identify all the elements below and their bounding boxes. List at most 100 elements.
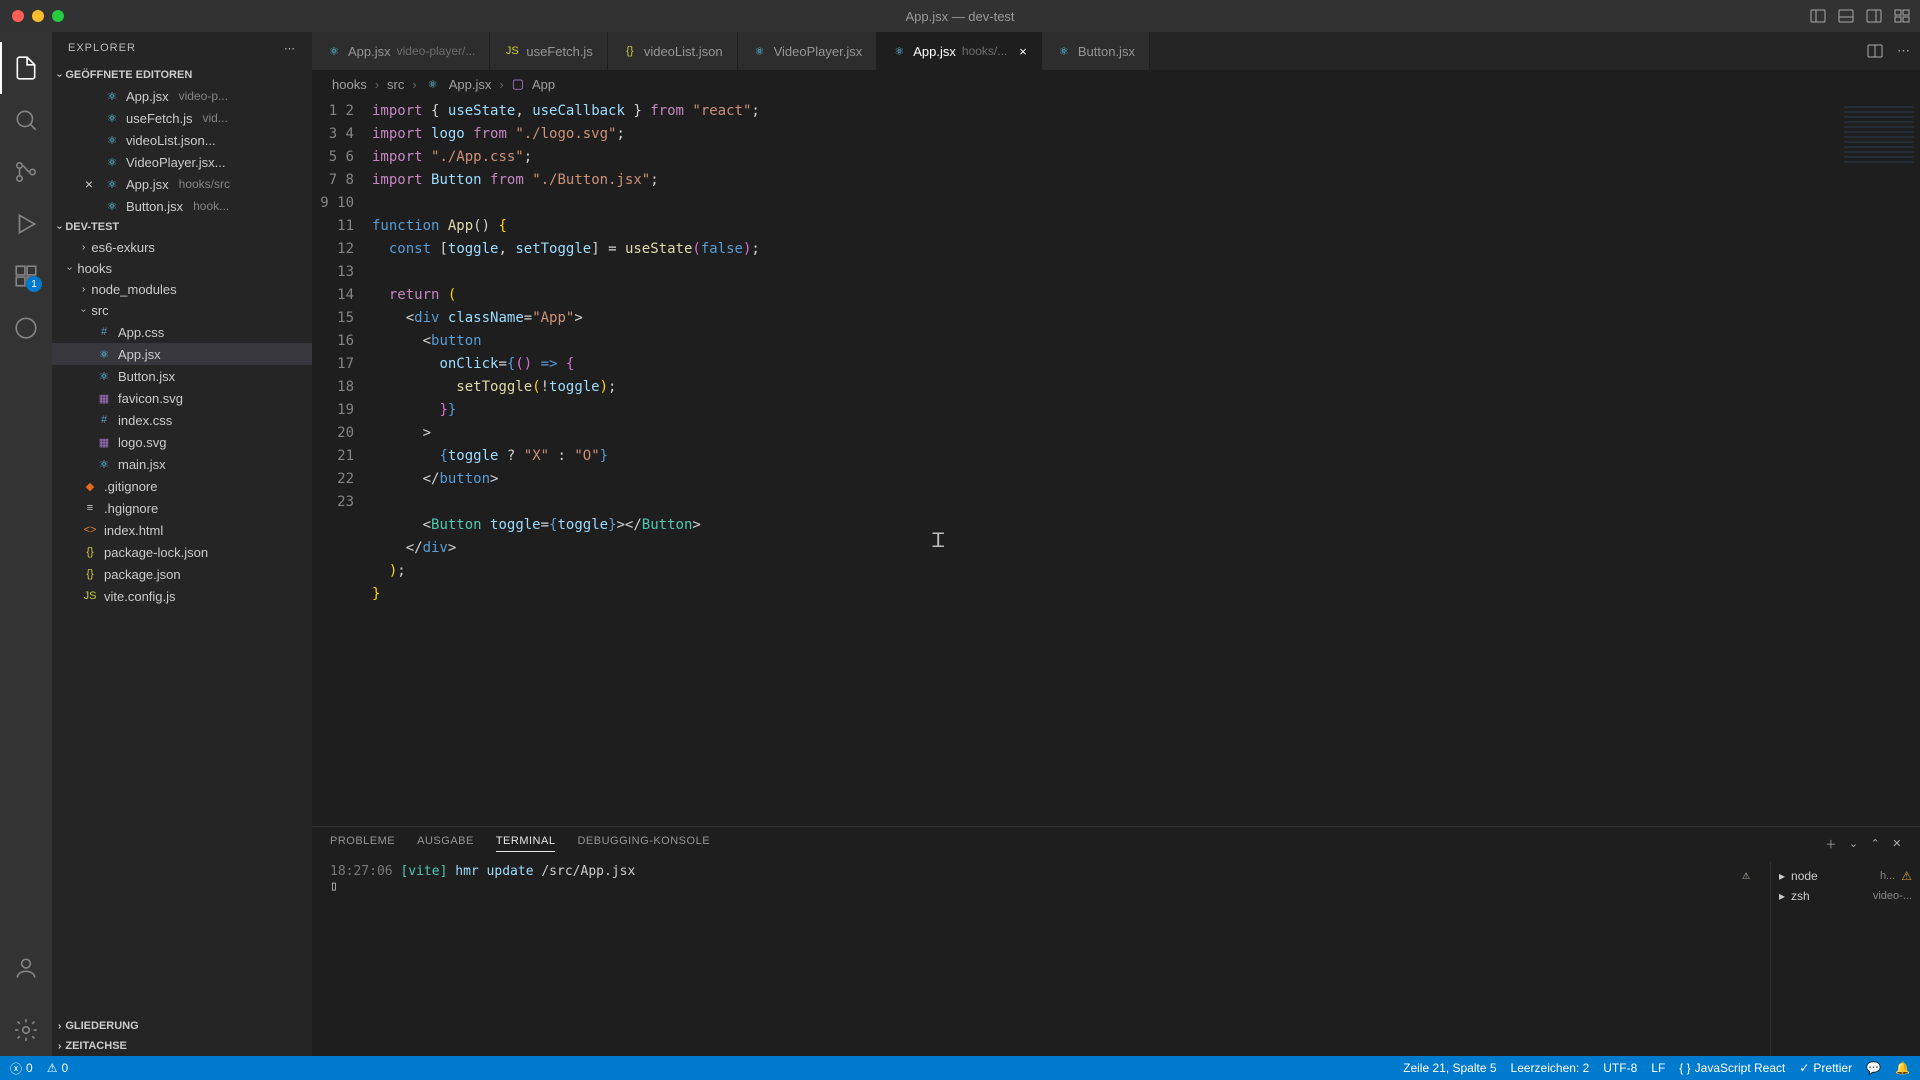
breadcrumb-item[interactable]: hooks bbox=[332, 77, 367, 92]
minimap[interactable] bbox=[1830, 98, 1920, 826]
file-item[interactable]: ▦favicon.svg bbox=[52, 387, 312, 409]
activity-scm[interactable] bbox=[0, 146, 52, 198]
layout-panel-icon[interactable] bbox=[1838, 8, 1854, 24]
layout-customize-icon[interactable] bbox=[1894, 8, 1910, 24]
editor-area: ⚛App.jsxvideo-player/...JSuseFetch.js{}v… bbox=[312, 32, 1920, 1056]
file-icon: {} bbox=[82, 544, 98, 560]
section-timeline[interactable]: › ZEITACHSE bbox=[52, 1036, 312, 1056]
open-editor-item[interactable]: ⚛VideoPlayer.jsx... bbox=[52, 151, 312, 173]
activity-debug[interactable] bbox=[0, 198, 52, 250]
editor-body[interactable]: 1 2 3 4 5 6 7 8 9 10 11 12 13 14 15 16 1… bbox=[312, 98, 1920, 826]
file-item[interactable]: {}package-lock.json bbox=[52, 541, 312, 563]
folder-name: src bbox=[91, 303, 108, 318]
breadcrumb-item[interactable]: App bbox=[532, 77, 555, 92]
new-terminal-icon[interactable]: ＋ bbox=[1825, 836, 1837, 852]
panel-tab-ausgabe[interactable]: AUSGABE bbox=[417, 835, 474, 852]
terminal-dropdown-icon[interactable]: ⌄ bbox=[1849, 837, 1859, 850]
file-name: App.jsx bbox=[126, 89, 169, 104]
section-open-editors[interactable]: › GEÖFFNETE EDITOREN bbox=[52, 65, 312, 85]
window-maximize-button[interactable] bbox=[52, 10, 64, 22]
editor-tab[interactable]: ⚛VideoPlayer.jsx bbox=[738, 32, 878, 70]
file-item[interactable]: JSvite.config.js bbox=[52, 585, 312, 607]
terminal-meta: video-... bbox=[1873, 890, 1912, 902]
titlebar: App.jsx — dev-test bbox=[0, 0, 1920, 32]
status-warnings[interactable]: ⚠ 0 bbox=[47, 1061, 68, 1075]
file-item[interactable]: #App.css bbox=[52, 321, 312, 343]
activity-search[interactable] bbox=[0, 94, 52, 146]
code-content[interactable]: import { useState, useCallback } from "r… bbox=[372, 98, 1830, 826]
breadcrumb-item[interactable]: App.jsx bbox=[449, 77, 492, 92]
terminal-output[interactable]: 18:27:06 [vite] hmr update /src/App.jsx … bbox=[312, 862, 1770, 1056]
panel-tab-terminal[interactable]: TERMINAL bbox=[496, 835, 556, 852]
chevron-right-icon: › bbox=[412, 77, 416, 92]
file-icon: {} bbox=[622, 43, 638, 59]
activity-edge[interactable] bbox=[0, 302, 52, 354]
panel-tab-probleme[interactable]: PROBLEME bbox=[330, 835, 395, 852]
status-eol[interactable]: LF bbox=[1651, 1061, 1665, 1075]
chevron-right-icon: › bbox=[499, 77, 503, 92]
status-encoding[interactable]: UTF-8 bbox=[1603, 1061, 1637, 1075]
folder-item[interactable]: ›src bbox=[52, 300, 312, 321]
sidebar-more-icon[interactable]: ⋯ bbox=[284, 42, 296, 55]
file-item[interactable]: ▦logo.svg bbox=[52, 431, 312, 453]
file-item[interactable]: ⚛App.jsx bbox=[52, 343, 312, 365]
editor-more-icon[interactable]: ⋯ bbox=[1897, 43, 1910, 59]
file-item[interactable]: #index.css bbox=[52, 409, 312, 431]
warning-icon: ⚠ bbox=[1901, 869, 1912, 883]
window-close-button[interactable] bbox=[12, 10, 24, 22]
layout-secondary-side-icon[interactable] bbox=[1866, 8, 1882, 24]
editor-tab[interactable]: ⚛Button.jsx bbox=[1042, 32, 1150, 70]
panel-close-icon[interactable]: ✕ bbox=[1892, 837, 1902, 850]
file-icon: ⚛ bbox=[104, 154, 120, 170]
status-position[interactable]: Zeile 21, Spalte 5 bbox=[1403, 1061, 1496, 1075]
status-feedback-icon[interactable]: 💬 bbox=[1866, 1061, 1881, 1075]
close-icon[interactable]: × bbox=[1019, 44, 1027, 59]
editor-tab[interactable]: ⚛App.jsxvideo-player/... bbox=[312, 32, 490, 70]
activity-account[interactable] bbox=[0, 942, 52, 994]
panel-tab-debug[interactable]: DEBUGGING-KONSOLE bbox=[577, 835, 710, 852]
activity-extensions[interactable]: 1 bbox=[0, 250, 52, 302]
folder-item[interactable]: ›node_modules bbox=[52, 279, 312, 300]
file-item[interactable]: ≡.hgignore bbox=[52, 497, 312, 519]
status-lang[interactable]: { } JavaScript React bbox=[1679, 1061, 1785, 1075]
editor-tab[interactable]: JSuseFetch.js bbox=[490, 32, 607, 70]
activity-explorer[interactable] bbox=[0, 42, 52, 94]
terminal-entry[interactable]: ▸zshvideo-... bbox=[1777, 886, 1914, 906]
file-name: .gitignore bbox=[104, 479, 157, 494]
section-project[interactable]: › DEV-TEST bbox=[52, 217, 312, 237]
status-prettier[interactable]: ✓ Prettier bbox=[1799, 1061, 1852, 1075]
breadcrumb-item[interactable]: src bbox=[387, 77, 404, 92]
open-editor-item[interactable]: ⚛useFetch.jsvid... bbox=[52, 107, 312, 129]
file-item[interactable]: {}package.json bbox=[52, 563, 312, 585]
panel: PROBLEME AUSGABE TERMINAL DEBUGGING-KONS… bbox=[312, 826, 1920, 1056]
open-editor-item[interactable]: ⚛videoList.json... bbox=[52, 129, 312, 151]
file-item[interactable]: ⚛Button.jsx bbox=[52, 365, 312, 387]
file-name: .hgignore bbox=[104, 501, 158, 516]
status-bell-icon[interactable]: 🔔 bbox=[1895, 1061, 1910, 1075]
panel-maximize-icon[interactable]: ⌃ bbox=[1871, 837, 1881, 850]
chevron-icon: › bbox=[64, 267, 75, 270]
explorer-label: EXPLORER bbox=[68, 42, 136, 55]
open-editor-item[interactable]: ⚛App.jsxvideo-p... bbox=[52, 85, 312, 107]
breadcrumb[interactable]: hooks › src › ⚛ App.jsx › ▢ App bbox=[312, 70, 1920, 98]
open-editor-item[interactable]: ×⚛App.jsxhooks/src bbox=[52, 173, 312, 195]
folder-item[interactable]: ›es6-exkurs bbox=[52, 237, 312, 258]
terminal-entry[interactable]: ▸nodeh...⚠ bbox=[1777, 866, 1914, 886]
file-item[interactable]: <>index.html bbox=[52, 519, 312, 541]
layout-primary-side-icon[interactable] bbox=[1810, 8, 1826, 24]
status-indent[interactable]: Leerzeichen: 2 bbox=[1511, 1061, 1590, 1075]
close-icon[interactable]: × bbox=[80, 176, 98, 192]
open-editor-item[interactable]: ⚛Button.jsxhook... bbox=[52, 195, 312, 217]
folder-item[interactable]: ›hooks bbox=[52, 258, 312, 279]
file-icon: ⚛ bbox=[891, 43, 907, 59]
split-editor-icon[interactable] bbox=[1867, 43, 1883, 59]
editor-tab[interactable]: {}videoList.json bbox=[608, 32, 738, 70]
file-item[interactable]: ◆.gitignore bbox=[52, 475, 312, 497]
section-outline[interactable]: › GLIEDERUNG bbox=[52, 1016, 312, 1036]
file-item[interactable]: ⚛main.jsx bbox=[52, 453, 312, 475]
window-minimize-button[interactable] bbox=[32, 10, 44, 22]
braces-icon: { } bbox=[1679, 1061, 1690, 1075]
activity-settings[interactable] bbox=[0, 1004, 52, 1056]
status-errors[interactable]: ⓧ 0 bbox=[10, 1060, 33, 1077]
editor-tab[interactable]: ⚛App.jsxhooks/...× bbox=[877, 32, 1042, 70]
